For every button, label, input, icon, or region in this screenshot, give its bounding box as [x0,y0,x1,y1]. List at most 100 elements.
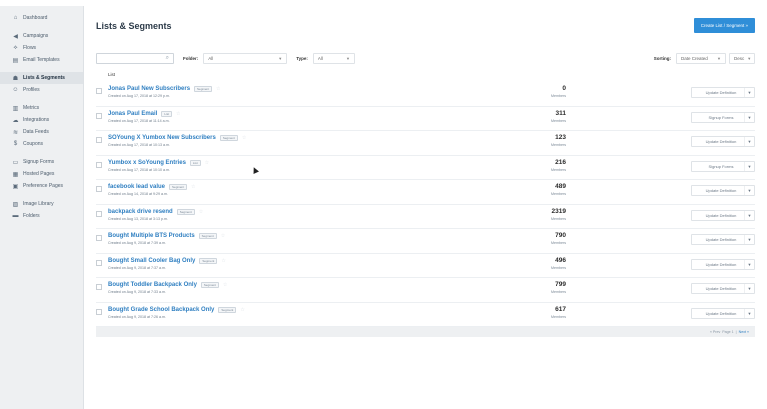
list-name-link[interactable]: facebook lead value Segment ☆ [108,184,196,190]
row-action-button[interactable]: Update Definition ▼ [691,283,755,294]
sidebar-item-label: Folders [23,213,40,219]
sidebar-item-folders[interactable]: ▬ Folders [0,210,83,222]
sidebar-item-label: Signup Forms [23,159,55,165]
table-row: Bought Small Cooler Bag Only Segment ☆ Crea… [96,254,755,278]
sidebar-item-label: Image Library [23,201,54,207]
row-action-button[interactable]: Update Definition ▼ [691,185,755,196]
create-list-segment-button[interactable]: Create List / Segment » [693,18,755,33]
star-icon[interactable]: ☆ [221,258,225,264]
sidebar-item-image-library[interactable]: ▨ Image Library [0,198,83,210]
row-action-label: Update Definition [705,90,737,95]
star-icon[interactable]: ☆ [221,233,225,239]
sidebar-item-email-templates[interactable]: ▤ Email Templates [0,54,83,66]
row-action-button[interactable]: Update Definition ▼ [691,307,755,319]
chevron-down-icon[interactable]: ▼ [744,112,754,122]
sidebar-item-label: Campaigns [23,33,49,39]
folder-label: Folder: [183,55,199,61]
sidebar-item-metrics[interactable]: ▥ Metrics [0,102,83,114]
star-icon[interactable]: ☆ [240,307,244,313]
row-action-button[interactable]: Update Definition ▼ [691,87,755,98]
sidebar-item-coupons[interactable]: $ Coupons [0,138,83,150]
star-icon[interactable]: ☆ [223,282,227,288]
member-count: 799 [555,281,566,288]
page-indicator: Page 1 [722,330,734,334]
chevron-down-icon[interactable]: ▼ [744,284,754,293]
sort-order-select[interactable]: Desc ▼ [729,52,755,64]
row-checkbox[interactable] [96,161,102,168]
chevron-down-icon[interactable]: ▼ [744,259,754,269]
folder-select[interactable]: All ▼ [203,52,288,64]
row-checkbox[interactable] [96,137,102,143]
created-date: Created on Aug 14, 2018 at 9:29 a.m. [108,192,168,196]
row-action-label: Update Definition [705,212,737,218]
list-name-link[interactable]: SOYoung X Yumbox New Subscribers Segment ☆ [108,135,246,141]
row-checkbox[interactable] [96,308,102,315]
sidebar-item-data-feeds[interactable]: ≋ Data Feeds [0,126,83,138]
list-name-link[interactable]: Bought Grade School Backpack Only Segment… [108,306,245,313]
created-date: Created on Aug 17, 2018 at 11:14 a.m. [108,118,170,123]
row-checkbox[interactable] [96,284,102,290]
chevron-down-icon[interactable]: ▼ [744,161,754,171]
members-label: Members [551,241,566,245]
row-checkbox[interactable] [96,88,102,94]
table-row: facebook lead value Segment ☆ Created on Au… [96,180,755,205]
chevron-down-icon[interactable]: ▼ [744,308,754,318]
list-name-link[interactable]: Bought Small Cooler Bag Only Segment ☆ [108,257,226,264]
folder-select-value: All [208,55,214,61]
members-label: Members [551,216,566,221]
sort-order-value: Desc [734,55,745,61]
chevron-down-icon: ▼ [717,55,721,61]
sidebar-item-hosted-pages[interactable]: ▦ Hosted Pages [0,168,83,180]
row-action-button[interactable]: Signup Forms ▼ [691,111,755,123]
row-checkbox[interactable] [96,259,102,266]
row-checkbox[interactable] [96,210,102,217]
sidebar-item-dashboard[interactable]: ⌂ Dashboard [0,12,83,24]
star-icon[interactable]: ☆ [176,111,180,117]
row-checkbox[interactable] [96,112,102,119]
next-page-link[interactable]: Next » [739,330,749,334]
members-label: Members [551,167,566,172]
chevron-down-icon[interactable]: ▼ [744,137,754,146]
members-label: Members [551,118,566,123]
sidebar-item-flows[interactable]: ⟡ Flows [0,42,83,54]
members-label: Members [551,192,566,196]
chevron-down-icon[interactable]: ▼ [744,88,754,97]
folder-icon: ▬ [12,213,19,219]
row-action-button[interactable]: Update Definition ▼ [691,209,755,221]
search-input[interactable]: ⌕ [96,52,174,64]
star-icon[interactable]: ☆ [191,184,195,190]
star-icon[interactable]: ☆ [199,209,203,215]
star-icon[interactable]: ☆ [205,160,209,166]
list-name-link[interactable]: Jonas Paul New Subscribers Segment ☆ [108,86,221,92]
sidebar-item-label: Integrations [23,117,50,123]
star-icon[interactable]: ☆ [242,135,246,141]
list-name-link[interactable]: Bought Multiple BTS Products Segment ☆ [108,233,225,239]
chevron-down-icon: ▼ [747,55,752,61]
row-action-button[interactable]: Update Definition ▼ [691,258,755,270]
list-name-link[interactable]: Bought Toddler Backpack Only Segment ☆ [108,282,227,288]
star-icon[interactable]: ☆ [216,86,220,92]
row-action-button[interactable]: Update Definition ▼ [691,234,755,245]
main-content: Lists & Segments Create List / Segment »… [84,6,767,409]
row-action-button[interactable]: Signup Forms ▼ [691,160,755,172]
sidebar-item-lists-segments[interactable]: ☗ Lists & Segments [0,72,83,84]
row-checkbox[interactable] [96,186,102,192]
row-action-button[interactable]: Update Definition ▼ [691,136,755,147]
chevron-down-icon[interactable]: ▼ [744,235,754,244]
type-select[interactable]: All ▼ [312,52,355,64]
chevron-down-icon[interactable]: ▼ [744,186,754,195]
sort-field-select[interactable]: Date Created ▼ [676,52,726,64]
prev-page-link[interactable]: « Prev [710,330,720,334]
sidebar-item-preference-pages[interactable]: ▣ Preference Pages [0,180,83,192]
list-name-link[interactable]: backpack drive resend Segment ☆ [108,208,203,215]
sidebar-item-profiles[interactable]: ☺ Profiles [0,84,83,96]
chevron-down-icon[interactable]: ▼ [744,210,754,220]
list-name-link[interactable]: Yumbox x SoYoung Entries List ☆ [108,159,209,166]
row-checkbox[interactable] [96,235,102,241]
type-badge: List [189,159,201,166]
sidebar-item-campaigns[interactable]: ◀ Campaigns [0,30,83,42]
sidebar-item-integrations[interactable]: ☁ Integrations [0,114,83,126]
sidebar-item-signup-forms[interactable]: ▭ Signup Forms [0,156,83,168]
type-badge: Segment [176,208,195,215]
list-name-link[interactable]: Jonas Paul Email List ☆ [108,110,181,117]
